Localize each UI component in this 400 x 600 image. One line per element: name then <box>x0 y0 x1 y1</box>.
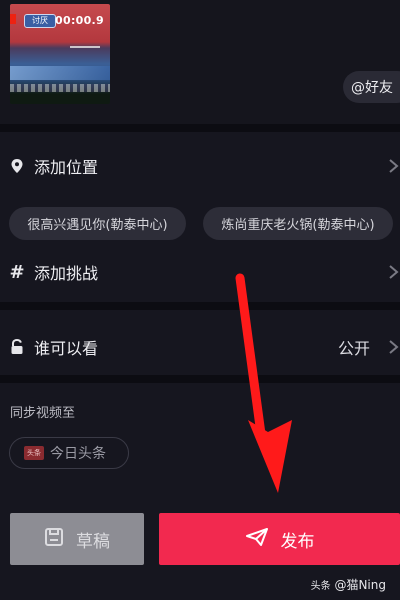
visibility-value: 公开 <box>337 339 370 358</box>
location-suggestion-chip[interactable]: 炼尚重庆老火锅(勒泰中心) <box>203 207 393 240</box>
add-location-label: 添加位置 <box>34 158 99 177</box>
watermark: 头条 @猫Ning <box>311 576 386 593</box>
thumbnail-dash <box>70 46 100 48</box>
sync-target-label: 今日头条 <box>50 446 106 462</box>
unlock-icon <box>9 339 25 355</box>
location-pin-icon <box>9 158 25 174</box>
toutiao-logo-icon: 头条 <box>24 446 44 460</box>
watermark-handle: @猫Ning <box>334 578 386 592</box>
thumbnail-band <box>10 66 110 80</box>
draft-icon <box>44 527 64 552</box>
watermark-prefix: 头条 <box>310 581 331 592</box>
visibility-label: 谁可以看 <box>34 339 99 358</box>
mention-friends-button[interactable]: @好友 <box>343 71 400 103</box>
hashtag-icon: # <box>9 261 25 283</box>
chevron-right-icon <box>386 264 400 280</box>
send-icon <box>245 527 269 552</box>
draft-label: 草稿 <box>76 531 110 552</box>
media-header: 讨厌 00:00.9 @好友 <box>0 0 400 124</box>
location-suggestion-chip[interactable]: 很高兴遇见你(勒泰中心) <box>9 207 186 240</box>
section-divider <box>0 375 400 383</box>
save-draft-button[interactable]: 草稿 <box>10 513 144 565</box>
mention-label: @好友 <box>351 80 393 96</box>
add-location-row[interactable]: 添加位置 <box>0 144 400 188</box>
publish-button[interactable]: 发布 <box>159 513 400 565</box>
add-challenge-row[interactable]: # 添加挑战 <box>0 250 400 294</box>
publish-label: 发布 <box>280 531 315 552</box>
record-indicator <box>10 14 16 24</box>
thumbnail-chip: 讨厌 <box>24 14 56 28</box>
chevron-right-icon <box>386 158 400 174</box>
chevron-right-icon <box>386 339 400 355</box>
sync-section-label: 同步视频至 <box>10 406 76 421</box>
thumbnail-timer: 00:00.9 <box>55 14 104 27</box>
thumbnail-strip <box>10 84 110 92</box>
section-divider <box>0 124 400 132</box>
sync-toutiao-toggle[interactable]: 头条 今日头条 <box>9 437 129 469</box>
visibility-row[interactable]: 谁可以看 公开 <box>0 325 400 369</box>
video-thumbnail[interactable]: 讨厌 00:00.9 <box>10 4 110 104</box>
section-divider <box>0 302 400 310</box>
add-challenge-label: 添加挑战 <box>34 264 99 283</box>
